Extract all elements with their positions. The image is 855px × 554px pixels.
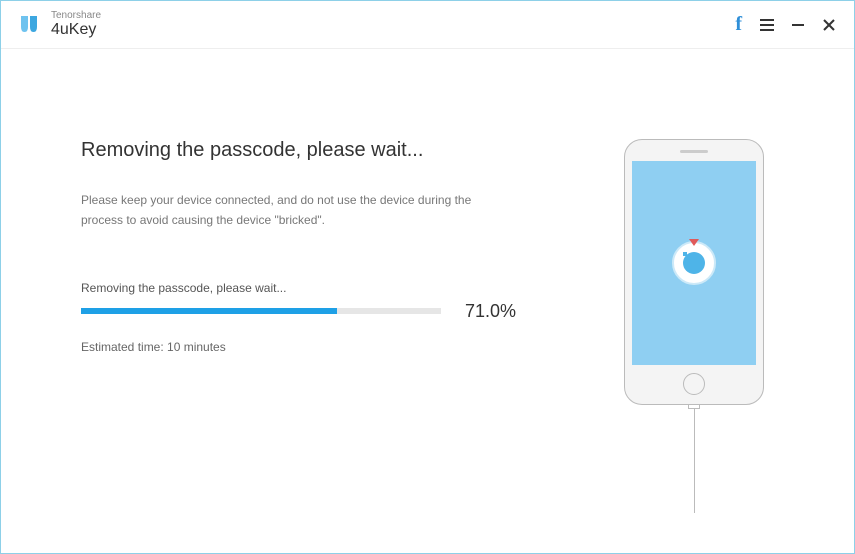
brand-product: 4uKey [51,21,101,39]
logo-icon [17,13,41,37]
status-description: Please keep your device connected, and d… [81,190,491,231]
device-illustration [594,139,794,513]
app-logo: Tenorshare 4uKey [17,10,101,39]
progress-fill [81,308,337,314]
spinner-icon [672,241,716,285]
progress-bar [81,308,441,314]
estimated-time: Estimated time: 10 minutes [81,340,564,354]
close-button[interactable] [822,18,836,32]
brand-company: Tenorshare [51,10,101,21]
progress-label: Removing the passcode, please wait... [81,281,564,295]
minimize-button[interactable] [792,24,804,26]
titlebar: Tenorshare 4uKey f [1,1,854,49]
phone-icon [624,139,764,405]
status-panel: Removing the passcode, please wait... Pl… [81,139,594,513]
main-content: Removing the passcode, please wait... Pl… [1,49,854,553]
menu-icon[interactable] [760,19,774,31]
progress-percent: 71.0% [465,301,516,322]
status-heading: Removing the passcode, please wait... [81,139,564,162]
cable-line-icon [694,409,695,513]
facebook-icon[interactable]: f [735,13,742,36]
